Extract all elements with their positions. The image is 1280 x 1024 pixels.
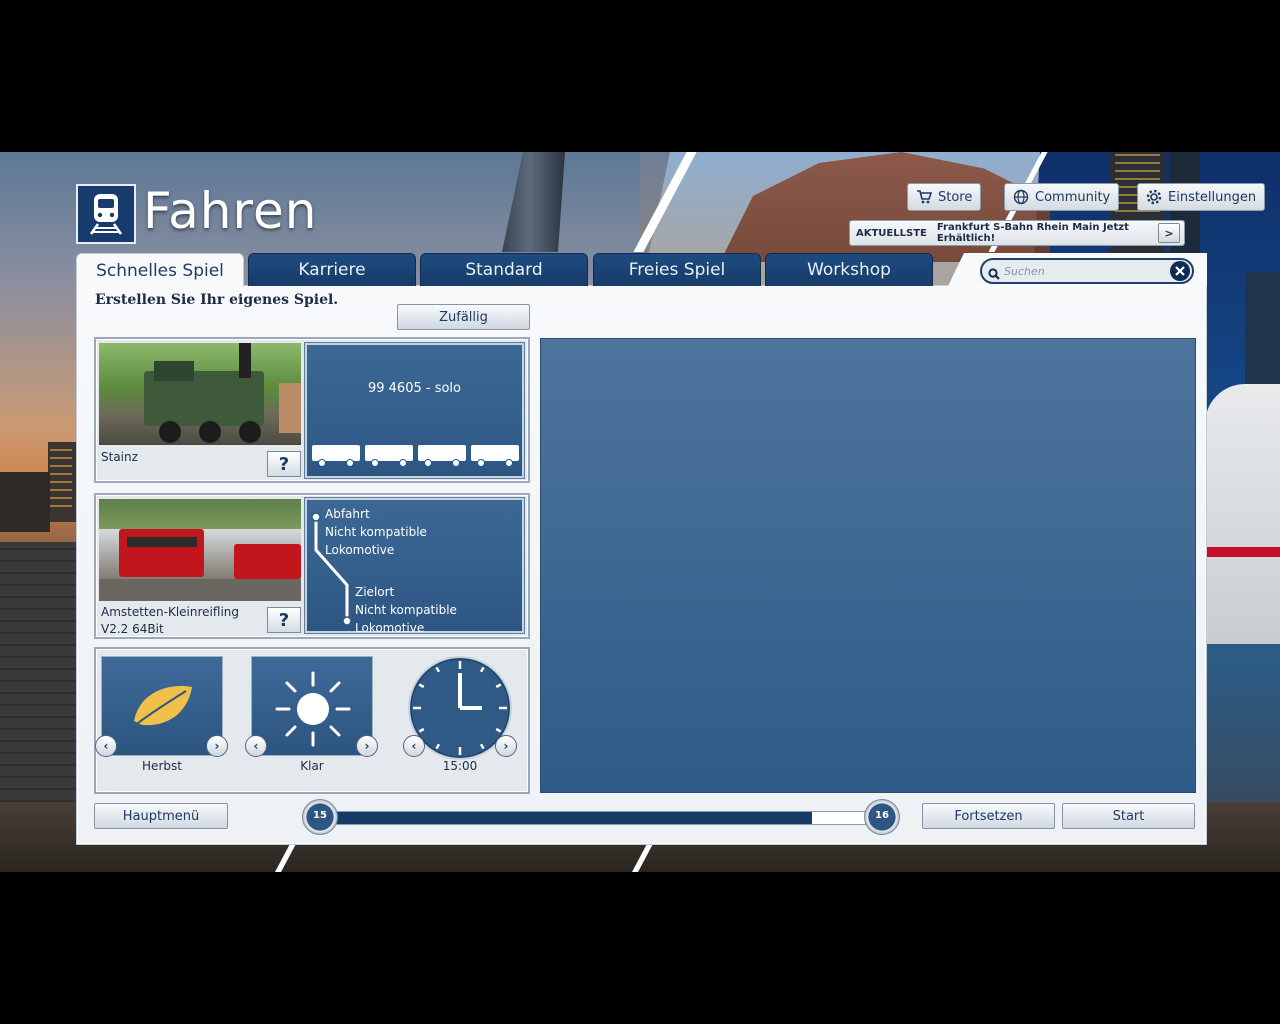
wagon-icon <box>471 445 519 467</box>
departure-info[interactable]: Abfahrt Nicht kompatible Lokomotive <box>325 505 427 559</box>
wagon-icon <box>312 445 360 467</box>
departure-title: Abfahrt <box>325 507 370 521</box>
locomotive-help-button[interactable]: ? <box>267 451 301 477</box>
search-field[interactable] <box>980 258 1194 284</box>
departure-status: Nicht kompatible <box>325 525 427 539</box>
destination-status: Nicht kompatible <box>355 603 457 617</box>
wagon-icon <box>418 445 466 467</box>
start-button[interactable]: Start <box>1062 803 1195 829</box>
season-selector <box>101 656 223 756</box>
weather-selector <box>251 656 373 756</box>
slider-max-knob[interactable]: 16 <box>864 799 900 835</box>
route-name: Amstetten-Kleinreifling V2.2 64Bit <box>101 604 239 638</box>
panel-layer: Schnelles Spiel Karriere Standard Freies… <box>0 152 1280 872</box>
departure-status-2: Lokomotive <box>325 543 395 557</box>
consist-name: 99 4605 - solo <box>367 381 461 396</box>
season-prev-button[interactable]: ‹ <box>95 735 117 757</box>
tab-karriere[interactable]: Karriere <box>248 253 416 286</box>
consist-panel[interactable]: 99 4605 - solo <box>305 343 524 478</box>
time-next-button[interactable]: › <box>495 735 517 757</box>
close-icon <box>1175 266 1185 276</box>
clear-search-button[interactable] <box>1170 261 1190 281</box>
destination-title: Zielort <box>355 585 395 599</box>
destination-status-2: Lokomotive <box>355 621 425 635</box>
wagon-icon <box>365 445 413 467</box>
time-label: 15:00 <box>442 759 478 773</box>
main-menu-button[interactable]: Hauptmenü <box>94 803 228 829</box>
tab-workshop[interactable]: Workshop <box>765 253 933 286</box>
sun-icon <box>275 671 351 747</box>
route-thumbnail[interactable] <box>99 499 301 601</box>
tab-freies-spiel[interactable]: Freies Spiel <box>593 253 761 286</box>
route-version: V2.2 64Bit <box>101 622 164 636</box>
weather-next-button[interactable]: › <box>356 735 378 757</box>
season-next-button[interactable]: › <box>206 735 228 757</box>
search-input[interactable] <box>1004 264 1164 278</box>
leaf-icon <box>134 686 192 726</box>
random-button[interactable]: Zufällig <box>397 304 530 330</box>
locomotive-thumbnail[interactable] <box>99 343 301 445</box>
slider-fill <box>337 812 813 824</box>
route-help-button[interactable]: ? <box>267 607 301 633</box>
weather-label: Klar <box>300 759 324 773</box>
weather-prev-button[interactable]: ‹ <box>245 735 267 757</box>
route-name-line1: Amstetten-Kleinreifling <box>101 605 239 619</box>
tab-standard[interactable]: Standard <box>420 253 588 286</box>
time-prev-button[interactable]: ‹ <box>403 735 425 757</box>
slider-min-knob[interactable]: 15 <box>302 799 338 835</box>
route-scenario-panel[interactable]: Abfahrt Nicht kompatible Lokomotive Ziel… <box>305 498 524 635</box>
continue-button[interactable]: Fortsetzen <box>922 803 1055 829</box>
preview-panel <box>540 338 1196 793</box>
search-icon <box>988 265 1000 284</box>
season-label: Herbst <box>142 759 182 773</box>
slider-track[interactable] <box>336 811 866 825</box>
page-subtitle: Erstellen Sie Ihr eigenes Spiel. <box>95 292 339 308</box>
tab-schnelles-spiel[interactable]: Schnelles Spiel <box>76 253 244 287</box>
locomotive-name: Stainz <box>101 450 138 464</box>
destination-info[interactable]: Zielort Nicht kompatible Lokomotive <box>355 583 457 637</box>
